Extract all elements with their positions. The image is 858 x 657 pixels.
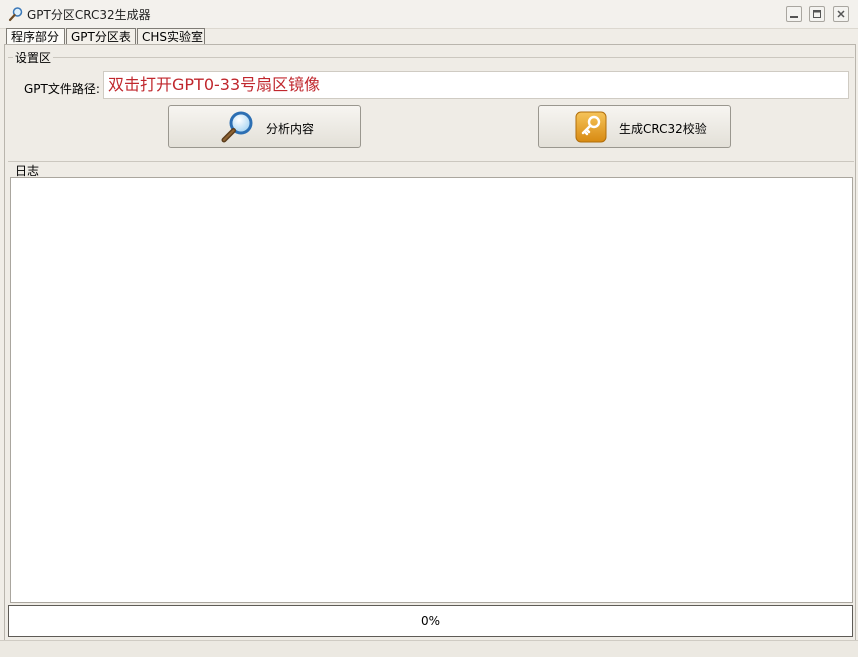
maximize-icon — [813, 10, 821, 18]
key-icon — [575, 111, 609, 143]
title-bar[interactable]: GPT分区CRC32生成器 — [0, 0, 858, 29]
tab-chs-lab[interactable]: CHS实验室 — [137, 28, 205, 45]
minimize-button[interactable] — [786, 6, 802, 22]
window-title: GPT分区CRC32生成器 — [27, 8, 151, 22]
log-textarea[interactable] — [10, 177, 853, 603]
analyze-button-label: 分析内容 — [266, 122, 315, 136]
analyze-button[interactable]: 分析内容 — [168, 105, 361, 148]
app-window: GPT分区CRC32生成器 程序部分 GPT分区表 CHS实验室 设置区 GPT… — [0, 0, 858, 657]
maximize-button[interactable] — [809, 6, 825, 22]
gpt-path-input[interactable]: 双击打开GPT0-33号扇区镜像 — [103, 71, 849, 99]
gpt-path-label: GPT文件路径: — [24, 82, 100, 96]
generate-crc32-button[interactable]: 生成CRC32校验 — [538, 105, 731, 148]
close-button[interactable] — [833, 6, 849, 22]
settings-group-label: 设置区 — [13, 49, 54, 66]
minimize-icon — [790, 16, 798, 18]
status-bar — [0, 640, 858, 657]
magnifier-icon — [221, 111, 255, 143]
progress-text: 0% — [420, 614, 441, 628]
progress-bar: 0% — [8, 605, 853, 637]
tab-gpt-partition-table[interactable]: GPT分区表 — [66, 28, 136, 45]
generate-crc32-button-label: 生成CRC32校验 — [619, 122, 707, 136]
close-icon — [837, 10, 845, 18]
settings-group-line — [8, 57, 854, 58]
tab-program[interactable]: 程序部分 — [6, 28, 65, 45]
log-group-line — [8, 161, 854, 162]
magnifier-icon — [8, 6, 24, 22]
